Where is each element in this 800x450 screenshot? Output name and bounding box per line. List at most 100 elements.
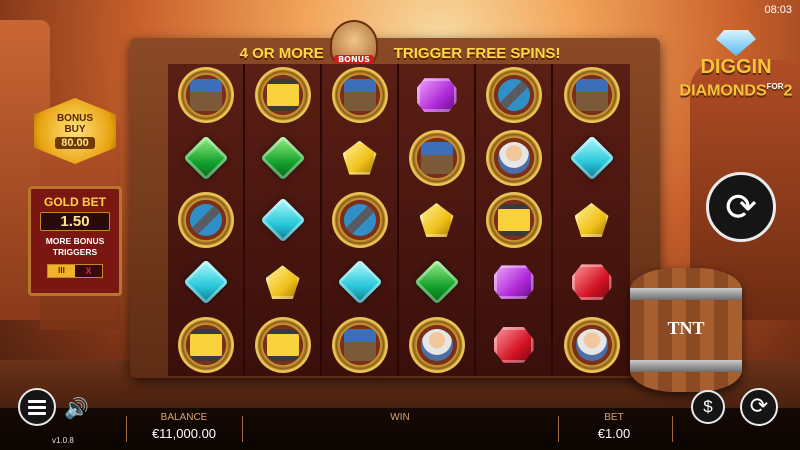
cyan-gem-icon	[182, 259, 229, 306]
reel-cell	[322, 126, 397, 188]
gold-bet-toggle-off[interactable]: X	[75, 265, 102, 277]
reel-cell	[168, 126, 243, 188]
reel-cell	[476, 126, 551, 188]
reel-cell	[553, 126, 630, 188]
bet-value: €1.00	[597, 426, 631, 441]
red-gem-icon	[571, 264, 612, 301]
reel-6	[553, 64, 630, 376]
banner-right-text: TRIGGER FREE SPINS!	[393, 44, 561, 62]
reel-cell	[245, 126, 320, 188]
logo-diamonds: DIAMONDS	[679, 82, 767, 100]
gold-bet-value: 1.50	[40, 212, 110, 231]
balance-label: BALANCE	[160, 412, 208, 423]
gold-bet-subtitle-1: MORE BONUS	[45, 236, 105, 246]
reel-cell	[553, 314, 630, 376]
reel-cell	[245, 189, 320, 251]
reel-cell	[553, 189, 630, 251]
reel-5	[476, 64, 553, 376]
reel-cell	[399, 64, 474, 126]
speaker-icon[interactable]: 🔊	[64, 396, 89, 420]
reel-cell	[399, 189, 474, 251]
dollar-coin-icon[interactable]: $	[691, 390, 725, 424]
spin-button[interactable]: ⟳	[706, 172, 776, 242]
gold-bet-subtitle-2: TRIGGERS	[52, 247, 98, 257]
bet-display[interactable]: BET €1.00	[558, 412, 670, 441]
yellow-gem-icon	[419, 202, 454, 237]
balance-value: €11,000.00	[151, 426, 217, 441]
pickaxe-coin-icon	[485, 67, 542, 124]
pickaxe-coin-icon	[331, 191, 388, 248]
reel-cell	[245, 314, 320, 376]
cart-coin-icon	[563, 67, 620, 124]
win-display: WIN	[300, 412, 500, 426]
logo-line-2: DIAMONDSFOR2	[676, 78, 796, 100]
green-gem-icon	[413, 259, 460, 306]
miner-coin-icon	[485, 129, 542, 186]
reel-cell	[553, 251, 630, 313]
reel-cell	[168, 64, 243, 126]
win-label: WIN	[390, 412, 410, 423]
logo-number: 2	[783, 82, 793, 100]
bonus-buy-price: 80.00	[55, 137, 95, 149]
reel-cell	[553, 64, 630, 126]
green-gem-icon	[259, 134, 306, 181]
gold-bet-subtitle: MORE BONUS TRIGGERS	[46, 236, 105, 258]
bonus-miner-badge: BONUS	[330, 20, 378, 70]
gold-bet-panel: GOLD BET 1.50 MORE BONUS TRIGGERS III X	[28, 186, 122, 296]
lantern-coin-icon	[485, 191, 542, 248]
reel-cell	[399, 314, 474, 376]
bottom-divider	[242, 416, 243, 442]
bonus-badge-label: BONUS	[334, 55, 374, 64]
system-clock: 08:03	[764, 4, 792, 16]
reel-cell	[399, 251, 474, 313]
green-gem-icon	[182, 134, 229, 181]
miner-coin-icon	[563, 316, 620, 373]
reel-cell	[476, 64, 551, 126]
barrel-band-top	[630, 288, 742, 300]
banner-left-text: 4 OR MORE	[239, 44, 324, 62]
game-logo: DIGGIN DIAMONDSFOR2	[676, 30, 796, 120]
gold-bet-title: GOLD BET	[44, 195, 106, 209]
cyan-gem-icon	[336, 259, 383, 306]
gold-bet-toggle[interactable]: III X	[47, 264, 103, 278]
lantern-coin-icon	[254, 67, 311, 124]
reel-2	[245, 64, 322, 376]
bonus-buy-label-1: BONUS	[56, 113, 94, 124]
purple-gem-icon	[416, 78, 457, 113]
menu-icon-bar	[28, 411, 46, 415]
tnt-barrel: TNT	[630, 268, 742, 392]
bet-label: BET	[604, 412, 624, 423]
purple-gem-icon	[493, 265, 534, 300]
balance-display: BALANCE €11,000.00	[128, 412, 240, 441]
menu-button[interactable]	[18, 388, 56, 426]
miner-coin-icon	[408, 316, 465, 373]
reel-cell	[399, 126, 474, 188]
logo-line-1: DIGGIN	[700, 56, 772, 78]
cart-coin-icon	[331, 316, 388, 373]
reel-cell	[245, 251, 320, 313]
lantern-coin-icon	[254, 316, 311, 373]
reel-grid	[168, 64, 630, 376]
reel-cell	[168, 189, 243, 251]
reel-4	[399, 64, 476, 376]
autoplay-icon[interactable]: ⟳	[740, 388, 778, 426]
reel-cell	[322, 314, 397, 376]
red-gem-icon	[493, 326, 534, 363]
cart-coin-icon	[177, 67, 234, 124]
reel-cell	[168, 314, 243, 376]
lantern-coin-icon	[177, 316, 234, 373]
reel-cell	[168, 251, 243, 313]
gold-bet-toggle-on[interactable]: III	[48, 265, 75, 277]
reel-cell	[322, 189, 397, 251]
logo-for: FOR	[766, 82, 784, 91]
version-label: v1.0.8	[52, 436, 74, 445]
reel-cell	[245, 64, 320, 126]
reel-cell	[322, 64, 397, 126]
reel-cell	[476, 251, 551, 313]
menu-icon-bar	[28, 399, 46, 403]
bottom-divider	[672, 416, 673, 442]
pickaxe-coin-icon	[177, 191, 234, 248]
cyan-gem-icon	[259, 197, 306, 243]
barrel-label: TNT	[667, 318, 705, 338]
diamond-icon	[716, 30, 756, 56]
